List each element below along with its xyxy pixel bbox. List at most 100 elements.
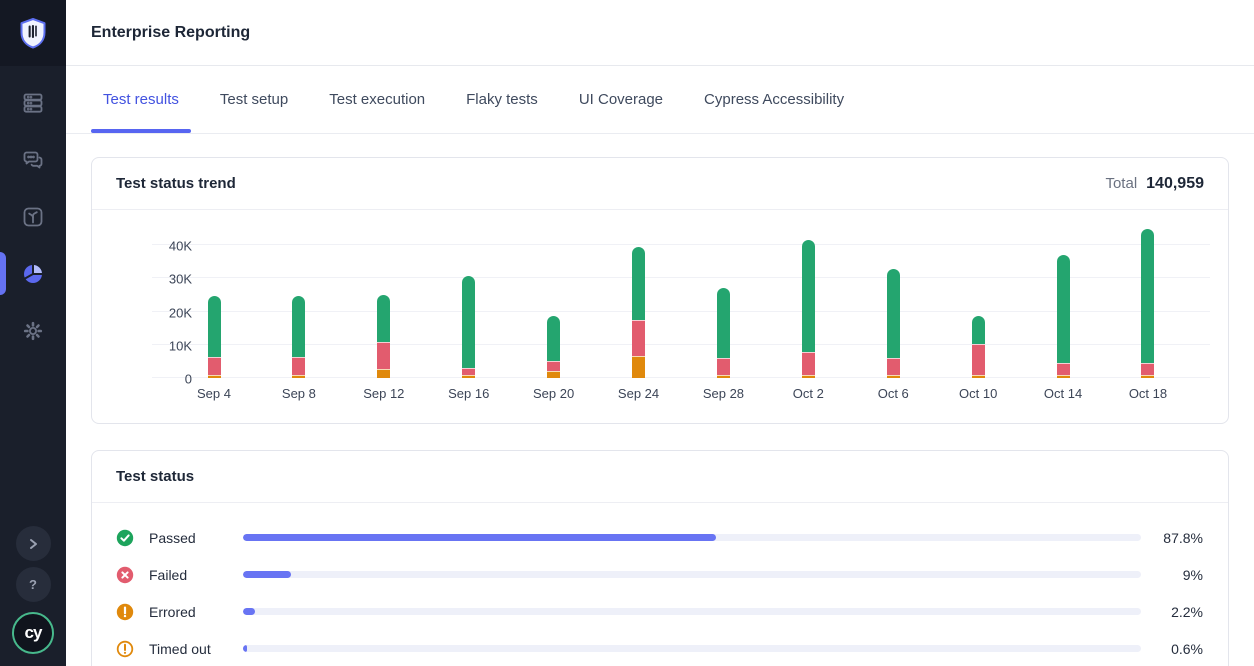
bar-segment-failed: [802, 352, 815, 375]
test-status-card: Test status Passed 87.8%: [91, 450, 1229, 666]
pie-chart-icon: [20, 261, 46, 287]
status-percent: 0.6%: [1141, 641, 1203, 657]
bar-segment-passed: [1141, 229, 1154, 362]
bar-segment-passed: [208, 296, 221, 357]
x-axis-tick-label: Sep 12: [363, 386, 404, 401]
x-axis-tick-label: Sep 28: [703, 386, 744, 401]
chart-bar-column: Sep 16: [447, 226, 491, 418]
status-row-timed-out: Timed out 0.6%: [116, 630, 1203, 666]
shield-logo-icon: [16, 16, 50, 50]
passed-progress-bar: [243, 534, 1141, 541]
content: Test status trend Total 140,959 010K20K3…: [66, 134, 1254, 666]
status-label: Errored: [149, 604, 243, 620]
failed-progress-bar: [243, 571, 1141, 578]
sidebar-item-messages[interactable]: [0, 131, 66, 188]
bar-segment-failed: [462, 368, 475, 375]
cypress-brand-logo[interactable]: cy: [12, 612, 54, 654]
server-stack-icon: [20, 90, 46, 116]
chart-columns: Sep 4 Sep 8 Sep 12 Sep 16 Sep 20 Sep 24 Sep 28…: [152, 226, 1210, 418]
stacked-bar: [1057, 226, 1070, 378]
tab-test-execution[interactable]: Test execution: [317, 66, 437, 133]
tab-test-setup[interactable]: Test setup: [208, 66, 300, 133]
tab-label: UI Coverage: [579, 91, 663, 108]
progress-fill: [243, 608, 255, 615]
total-label: Total: [1105, 175, 1137, 192]
bar-segment-errored: [972, 375, 985, 378]
stacked-bar: [717, 226, 730, 378]
chevron-right-icon: [26, 537, 40, 551]
sidebar-item-settings[interactable]: [0, 302, 66, 359]
stacked-bar: [292, 226, 305, 378]
chart-bar-column: Sep 8: [277, 226, 321, 418]
bar-segment-failed: [208, 357, 221, 375]
bar-segment-passed: [632, 247, 645, 319]
chart-bar-column: Oct 18: [1126, 226, 1170, 418]
bar-segment-failed: [887, 358, 900, 375]
trend-card-title: Test status trend: [116, 175, 236, 192]
status-rows: Passed 87.8% Failed 9%: [92, 503, 1228, 666]
bar-segment-errored: [1141, 375, 1154, 378]
bar-segment-passed: [717, 288, 730, 358]
x-axis-tick-label: Sep 8: [282, 386, 316, 401]
chart-bar-column: Oct 2: [786, 226, 830, 418]
stacked-bar: [462, 226, 475, 378]
progress-fill: [243, 534, 716, 541]
sidebar-bottom: ? cy: [12, 526, 54, 666]
x-axis-tick-label: Sep 20: [533, 386, 574, 401]
bar-segment-passed: [887, 269, 900, 358]
help-label: ?: [29, 577, 37, 592]
status-row-failed: Failed 9%: [116, 556, 1203, 593]
bar-segment-failed: [547, 361, 560, 371]
x-axis-tick-label: Oct 2: [793, 386, 824, 401]
stacked-bar-chart: 010K20K30K40K Sep 4Sep 8Sep 12Sep 16Sep …: [104, 226, 1210, 418]
test-status-trend-card: Test status trend Total 140,959 010K20K3…: [91, 157, 1229, 424]
x-axis-tick-label: Sep 4: [197, 386, 231, 401]
sidebar-item-projects[interactable]: [0, 74, 66, 131]
x-axis-tick-label: Sep 16: [448, 386, 489, 401]
bar-segment-passed: [1057, 255, 1070, 364]
status-label: Passed: [149, 530, 243, 546]
bar-segment-passed: [972, 316, 985, 344]
status-label: Timed out: [149, 641, 243, 657]
sidebar: ? cy: [0, 0, 66, 666]
help-button[interactable]: ?: [16, 567, 51, 602]
sidebar-item-analytics[interactable]: [0, 245, 66, 302]
stacked-bar: [547, 226, 560, 378]
bar-segment-failed: [632, 320, 645, 356]
expand-sidebar-button[interactable]: [16, 526, 51, 561]
clock-alert-icon: [116, 640, 134, 658]
active-indicator: [0, 252, 6, 295]
tab-ui-coverage[interactable]: UI Coverage: [567, 66, 675, 133]
bar-segment-errored: [717, 375, 730, 378]
chart-bar-column: Sep 12: [362, 226, 406, 418]
chart-bar-column: Sep 24: [617, 226, 661, 418]
tab-flaky-tests[interactable]: Flaky tests: [454, 66, 550, 133]
bar-segment-errored: [802, 375, 815, 378]
tab-test-results[interactable]: Test results: [91, 66, 191, 133]
stacked-bar: [208, 226, 221, 378]
gear-icon: [20, 318, 46, 344]
chart-bar-column: Sep 28: [701, 226, 745, 418]
stacked-bar: [1141, 226, 1154, 378]
bar-segment-errored: [462, 375, 475, 378]
tab-cypress-accessibility[interactable]: Cypress Accessibility: [692, 66, 856, 133]
bar-segment-failed: [1141, 363, 1154, 375]
bar-segment-errored: [208, 375, 221, 378]
tab-label: Cypress Accessibility: [704, 91, 844, 108]
bar-segment-errored: [377, 369, 390, 378]
org-logo[interactable]: [0, 0, 66, 66]
x-axis-tick-label: Oct 18: [1129, 386, 1167, 401]
sidebar-item-branches[interactable]: [0, 188, 66, 245]
tabbar: Test results Test setup Test execution F…: [66, 66, 1254, 134]
status-card-title: Test status: [116, 468, 194, 485]
status-percent: 87.8%: [1141, 530, 1203, 546]
tab-label: Flaky tests: [466, 91, 538, 108]
bar-segment-failed: [717, 358, 730, 376]
status-row-passed: Passed 87.8%: [116, 519, 1203, 556]
x-axis-tick-label: Sep 24: [618, 386, 659, 401]
exclamation-circle-icon: [116, 603, 134, 621]
page-title: Enterprise Reporting: [91, 24, 250, 42]
chart-bar-column: Oct 14: [1041, 226, 1085, 418]
sidebar-nav: [0, 66, 66, 359]
trend-total: Total 140,959: [1105, 175, 1204, 193]
